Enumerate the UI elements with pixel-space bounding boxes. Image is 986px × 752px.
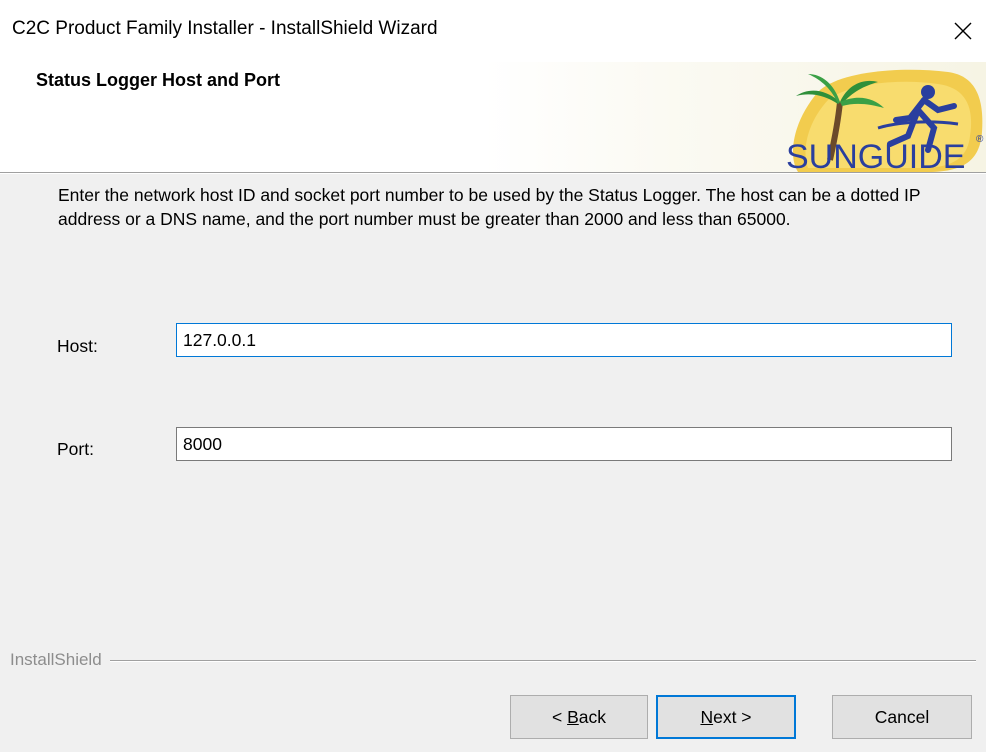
instructions-text: Enter the network host ID and socket por… [58, 185, 921, 229]
host-input[interactable] [176, 323, 952, 357]
cancel-button[interactable]: Cancel [832, 695, 972, 739]
back-prefix: < [551, 706, 568, 727]
back-rest: ack [578, 706, 606, 727]
installshield-brand: InstallShield [10, 650, 110, 670]
next-mnemonic: N [700, 706, 714, 727]
wizard-header: Status Logger Host and Port SUNGUIDE ® [0, 62, 986, 172]
page-title: Status Logger Host and Port [36, 70, 281, 90]
port-label: Port: [57, 439, 94, 459]
window-title: C2C Product Family Installer - InstallSh… [12, 18, 438, 39]
back-button[interactable]: < Back [510, 695, 648, 739]
close-button[interactable] [940, 8, 986, 54]
header-divider-highlight [0, 173, 986, 174]
title-bar: C2C Product Family Installer - InstallSh… [0, 0, 986, 62]
close-icon [954, 22, 972, 40]
next-button[interactable]: Next > [656, 695, 796, 739]
back-mnemonic: B [567, 706, 579, 727]
port-input[interactable] [176, 427, 952, 461]
sunguide-logo: SUNGUIDE ® [786, 69, 984, 172]
logo-registered-mark: ® [976, 134, 984, 145]
brand-divider-highlight [10, 661, 976, 662]
host-label: Host: [57, 336, 98, 356]
next-rest: ext > [713, 706, 752, 727]
logo-wordmark: SUNGUIDE [786, 138, 965, 172]
cancel-label: Cancel [874, 706, 930, 727]
